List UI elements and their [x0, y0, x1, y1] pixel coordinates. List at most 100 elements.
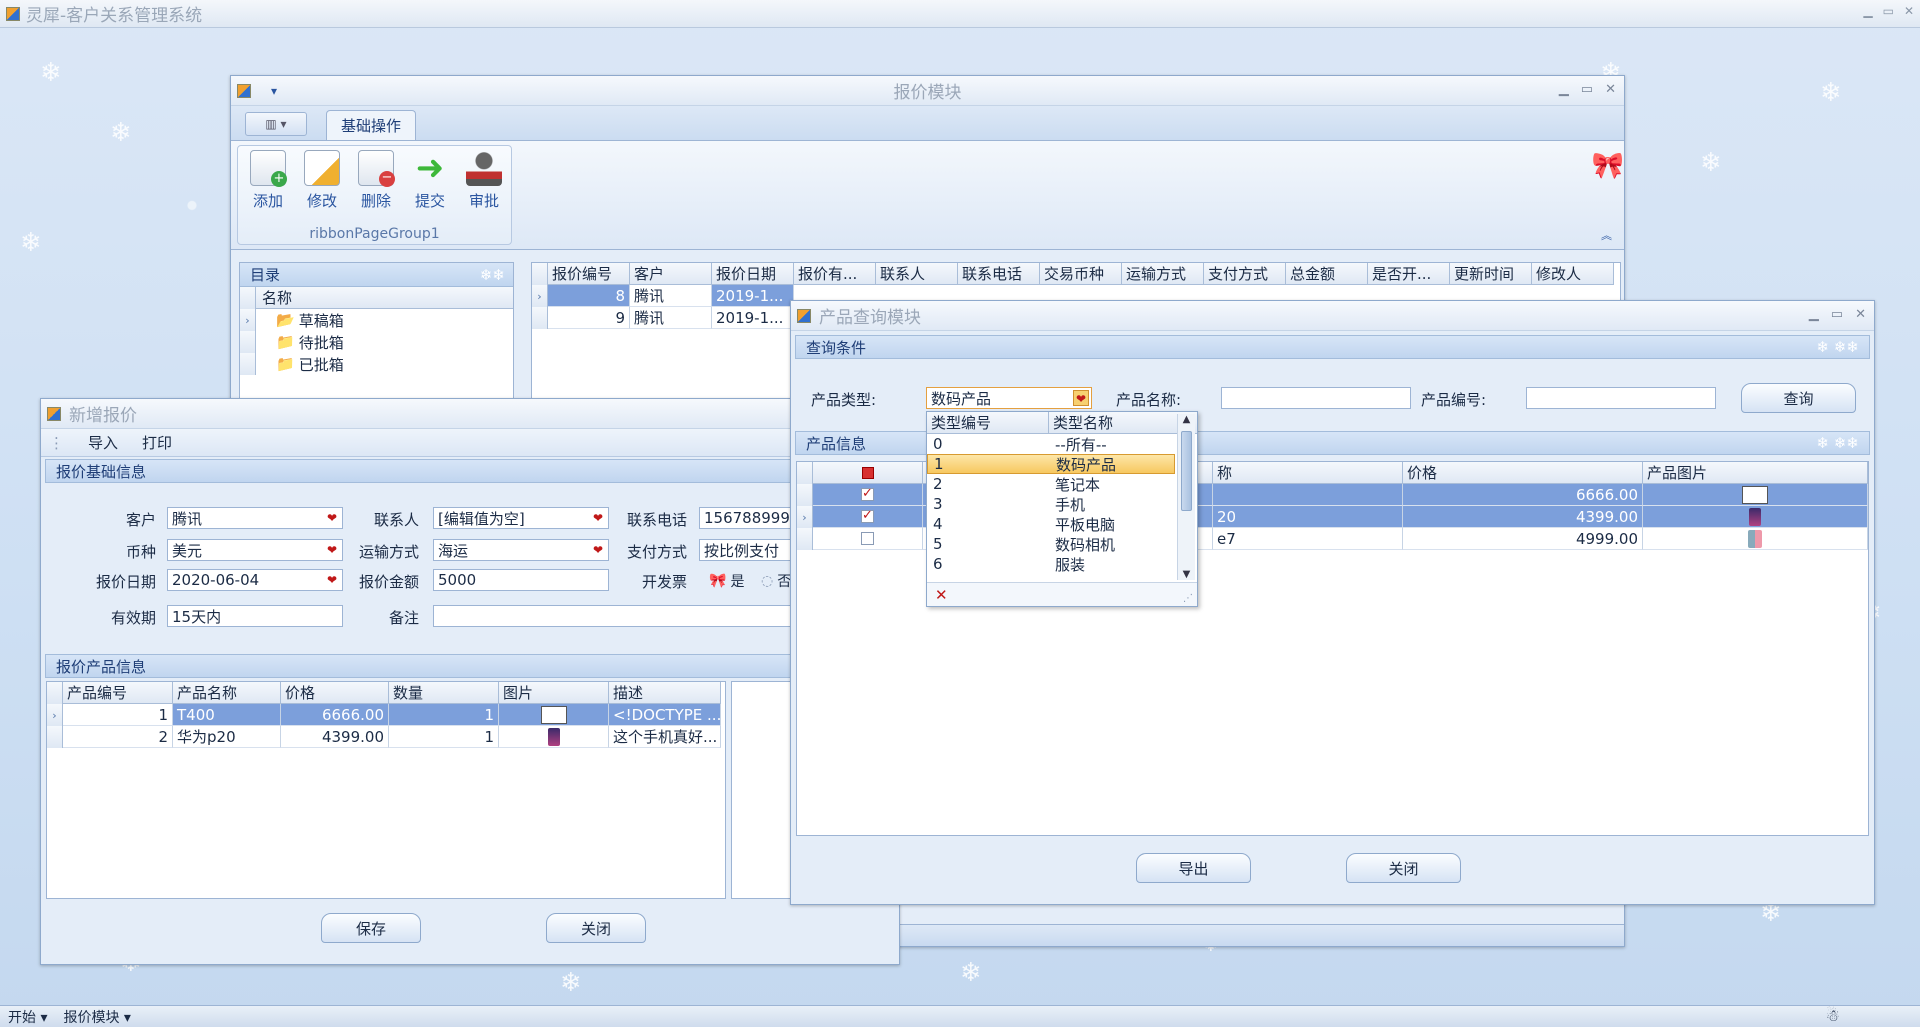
column-header[interactable]: 产品编号 — [63, 682, 173, 704]
catalog-item-approved[interactable]: 📁 已批箱 — [240, 353, 513, 375]
column-header[interactable]: 客户 — [630, 263, 712, 285]
select-all-checkbox[interactable] — [813, 462, 923, 484]
approve-button[interactable]: 审批 — [462, 150, 506, 211]
phone-thumbnail-icon — [1643, 506, 1868, 528]
product-name-input[interactable] — [1221, 387, 1411, 409]
chevron-down-icon[interactable]: ❤ — [324, 542, 340, 558]
submit-button[interactable]: ➜ 提交 — [408, 150, 452, 211]
add-document-icon: + — [250, 150, 287, 187]
column-header[interactable]: 价格 — [281, 682, 389, 704]
column-header[interactable]: 报价日期 — [712, 263, 794, 285]
chevron-down-icon[interactable]: ❤ — [590, 510, 606, 526]
column-header[interactable]: 交易币种 — [1040, 263, 1122, 285]
scroll-up-icon[interactable]: ▲ — [1178, 414, 1195, 425]
column-header[interactable]: 报价编号 — [548, 263, 630, 285]
column-header[interactable]: 产品名称 — [173, 682, 281, 704]
dropdown-option[interactable]: 0 --所有-- — [927, 434, 1197, 454]
column-header[interactable]: 是否开... — [1368, 263, 1450, 285]
chevron-down-icon[interactable]: ❤ — [590, 542, 606, 558]
tab-basic-operations[interactable]: 基础操作 — [326, 110, 416, 140]
maximize-icon[interactable]: ▭ — [1883, 4, 1894, 18]
amount-value: 5000 — [438, 571, 477, 589]
column-header[interactable]: 联系人 — [876, 263, 958, 285]
resize-grip-icon[interactable]: ⋰ — [1183, 593, 1193, 604]
valid-period-field[interactable]: 15天内 — [167, 605, 343, 627]
table-row[interactable]: 2 华为p20 4399.00 1 这个手机真好... — [47, 726, 725, 748]
folder-icon: 📂 — [276, 311, 295, 329]
row-checkbox[interactable] — [813, 484, 923, 506]
dropdown-scrollbar[interactable]: ▲ ▼ — [1177, 414, 1195, 580]
scroll-thumb[interactable] — [1181, 431, 1192, 511]
chevron-down-icon[interactable]: ❤ — [324, 572, 340, 588]
contact-value: [编辑值为空] — [438, 509, 525, 528]
dropdown-col-name[interactable]: 类型名称 — [1049, 412, 1171, 433]
add-button[interactable]: + 添加 — [246, 150, 290, 211]
dropdown-option[interactable]: 6 服装 — [927, 554, 1197, 574]
column-header[interactable]: 总金额 — [1286, 263, 1368, 285]
minimize-icon[interactable]: ▁ — [1863, 4, 1872, 18]
column-header[interactable]: 称 — [1213, 462, 1403, 484]
column-header[interactable]: 更新时间 — [1450, 263, 1532, 285]
catalog-item-drafts[interactable]: › 📂 草稿箱 — [240, 309, 513, 331]
edit-button[interactable]: 修改 — [300, 150, 344, 211]
minimize-icon[interactable]: ▁ — [1559, 82, 1569, 97]
column-header[interactable]: 支付方式 — [1204, 263, 1286, 285]
print-menu-item[interactable]: 打印 — [142, 432, 172, 453]
collapse-ribbon-icon[interactable]: ︽ — [1601, 227, 1612, 243]
scroll-down-icon[interactable]: ▼ — [1178, 569, 1195, 580]
taskbar-quote-module[interactable]: 报价模块 ▾ — [63, 1007, 130, 1027]
invoice-yes-radio[interactable]: 🎀 是 — [709, 571, 744, 591]
remark-field[interactable] — [433, 605, 833, 627]
column-header[interactable]: 价格 — [1403, 462, 1643, 484]
minimize-icon[interactable]: ▁ — [1809, 307, 1819, 322]
customer-select[interactable]: 腾讯 ❤ — [167, 507, 343, 529]
product-type-select[interactable]: 数码产品 ❤ — [926, 387, 1092, 409]
close-icon[interactable]: ✕ — [1855, 307, 1866, 322]
column-header[interactable]: 报价有... — [794, 263, 876, 285]
invoice-no-radio[interactable]: ◌ 否 — [761, 571, 791, 591]
column-header[interactable]: 运输方式 — [1122, 263, 1204, 285]
dropdown-option-selected[interactable]: 1 数码产品 — [927, 454, 1175, 474]
import-menu-item[interactable]: 导入 — [88, 432, 118, 453]
close-button[interactable]: 关闭 — [546, 913, 646, 943]
currency-select[interactable]: 美元 ❤ — [167, 539, 343, 561]
dropdown-option[interactable]: 4 平板电脑 — [927, 514, 1197, 534]
delete-document-icon: − — [358, 150, 395, 187]
delete-button[interactable]: − 删除 — [354, 150, 398, 211]
column-header[interactable]: 图片 — [499, 682, 609, 704]
maximize-icon[interactable]: ▭ — [1581, 82, 1593, 97]
contact-select[interactable]: [编辑值为空] ❤ — [433, 507, 609, 529]
dropdown-option[interactable]: 5 数码相机 — [927, 534, 1197, 554]
column-header[interactable]: 修改人 — [1532, 263, 1614, 285]
close-icon[interactable]: ✕ — [1904, 4, 1914, 18]
column-header[interactable]: 数量 — [389, 682, 499, 704]
save-button[interactable]: 保存 — [321, 913, 421, 943]
maximize-icon[interactable]: ▭ — [1831, 307, 1843, 322]
close-icon[interactable]: ✕ — [1605, 82, 1616, 97]
column-header[interactable]: 描述 — [609, 682, 721, 704]
app-titlebar: 灵犀-客户关系管理系统 ▁ ▭ ✕ — [0, 0, 1920, 28]
row-checkbox[interactable] — [813, 506, 923, 528]
column-header[interactable]: 产品图片 — [1643, 462, 1868, 484]
query-button[interactable]: 查询 — [1741, 383, 1856, 413]
column-header[interactable]: 联系电话 — [958, 263, 1040, 285]
export-button[interactable]: 导出 — [1136, 853, 1251, 883]
catalog-item-pending[interactable]: 📁 待批箱 — [240, 331, 513, 353]
dropdown-option[interactable]: 3 手机 — [927, 494, 1197, 514]
table-row[interactable]: › 1 T400 6666.00 1 <!DOCTYPE ... — [47, 704, 725, 726]
start-button[interactable]: 开始 ▾ — [8, 1007, 47, 1027]
dropdown-col-code[interactable]: 类型编号 — [927, 412, 1049, 433]
row-checkbox[interactable] — [813, 528, 923, 550]
dropdown-option[interactable]: 2 笔记本 — [927, 474, 1197, 494]
option-code: 6 — [933, 555, 943, 573]
app-menu-button[interactable]: ▥ ▾ — [245, 112, 307, 136]
clear-selection-icon[interactable]: ✕ — [935, 586, 948, 604]
product-code-input[interactable] — [1526, 387, 1716, 409]
chevron-down-icon[interactable]: ❤ — [1073, 390, 1089, 406]
catalog-panel: 目录 ❄❄ 名称 › 📂 草稿箱 📁 待批箱 📁 已批箱 — [239, 262, 514, 402]
quote-date-picker[interactable]: 2020-06-04 ❤ — [167, 569, 343, 591]
chevron-down-icon[interactable]: ❤ — [324, 510, 340, 526]
shipping-select[interactable]: 海运 ❤ — [433, 539, 609, 561]
close-button[interactable]: 关闭 — [1346, 853, 1461, 883]
amount-field[interactable]: 5000 — [433, 569, 609, 591]
